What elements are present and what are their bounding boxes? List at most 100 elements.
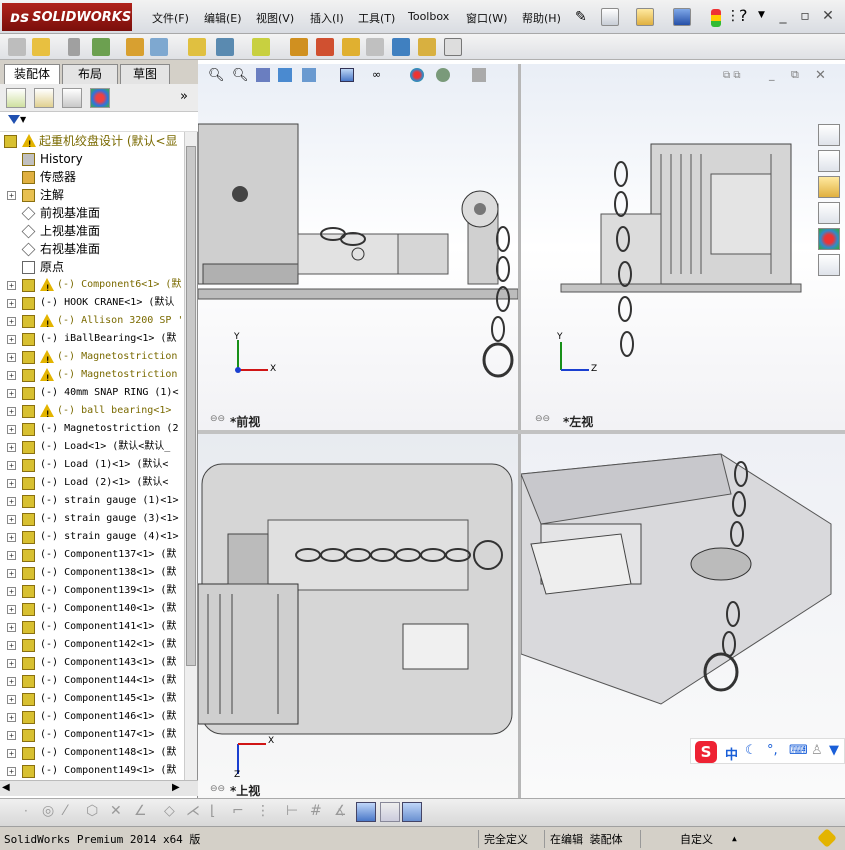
solidworks-resources-icon[interactable] xyxy=(818,124,840,146)
tree-item[interactable]: + (-) Load (1)<1> (默认< xyxy=(0,456,184,474)
tree-item[interactable]: + (-) Component139<1> (默 xyxy=(0,582,184,600)
tree-item[interactable]: + (-) strain gauge (4)<1> xyxy=(0,528,184,546)
trim-icon[interactable]: ✕ xyxy=(110,803,122,819)
relation-icon[interactable]: ∡ xyxy=(334,803,347,819)
skin-icon[interactable]: ▼ xyxy=(829,743,839,758)
tree-item[interactable]: + (-) strain gauge (3)<1> xyxy=(0,510,184,528)
expand-toggle-icon[interactable]: + xyxy=(7,299,16,308)
point-icon[interactable]: · xyxy=(24,804,28,818)
expand-toggle-icon[interactable]: + xyxy=(7,533,16,542)
zoom-to-area-icon[interactable]: 🔍︎ xyxy=(232,68,249,83)
reference-geometry-icon[interactable] xyxy=(290,38,308,56)
tree-item[interactable]: + (-) ball bearing<1> xyxy=(0,402,184,424)
offset-icon[interactable]: ⋌ xyxy=(186,803,200,819)
expand-toggle-icon[interactable]: + xyxy=(7,497,16,506)
sogou-logo-icon[interactable]: S xyxy=(695,741,717,763)
expand-toggle-icon[interactable]: + xyxy=(7,767,16,776)
display-manager-icon[interactable] xyxy=(90,88,110,108)
paperclip-icon[interactable] xyxy=(68,38,80,56)
chamfer-icon[interactable]: ⌐ xyxy=(232,803,244,819)
filter-icon[interactable] xyxy=(8,115,20,124)
help-dropdown-icon[interactable]: ▼ xyxy=(758,10,765,20)
interference-detection-icon[interactable] xyxy=(418,38,436,56)
expand-toggle-icon[interactable]: + xyxy=(7,641,16,650)
show-hidden-icon[interactable] xyxy=(216,38,234,56)
expand-toggle-icon[interactable]: + xyxy=(7,659,16,668)
property-manager-icon[interactable] xyxy=(34,88,54,108)
open-folder-icon[interactable] xyxy=(636,8,654,26)
pin-icon[interactable]: ✎ xyxy=(575,9,587,25)
expand-toggle-icon[interactable]: + xyxy=(7,695,16,704)
menu-item[interactable]: 插入(I) xyxy=(310,10,344,26)
expand-toggle-icon[interactable]: + xyxy=(7,731,16,740)
expand-toggle-icon[interactable]: + xyxy=(7,713,16,722)
filter-dropdown-icon[interactable]: ▼ xyxy=(20,115,26,124)
feature-manager-icon[interactable] xyxy=(6,88,26,108)
close-icon[interactable]: ✕ xyxy=(820,8,836,24)
tree-item[interactable]: + (-) Component147<1> (默 xyxy=(0,726,184,744)
smart-fasteners-icon[interactable] xyxy=(150,38,168,56)
units-menu-icon[interactable]: ▲ xyxy=(732,834,737,843)
moon-icon[interactable]: ☾ xyxy=(745,743,757,758)
tree-item[interactable]: + (-) Load<1> (默认<默认_ xyxy=(0,438,184,456)
angle-icon[interactable]: ∠ xyxy=(134,803,147,819)
expand-toggle-icon[interactable]: + xyxy=(7,281,16,290)
component-pattern-icon[interactable] xyxy=(126,38,144,56)
viewport-restore-icon[interactable]: ⧉ xyxy=(791,68,799,82)
view-link-icon[interactable]: ⊖⊖ xyxy=(535,414,550,424)
restore-icon[interactable]: ▫ xyxy=(797,8,813,24)
minimize-icon[interactable]: _ xyxy=(775,8,791,24)
menu-item[interactable]: 窗口(W) xyxy=(466,10,507,26)
bill-of-materials-icon[interactable] xyxy=(342,38,360,56)
menu-item[interactable]: 文件(F) xyxy=(152,10,189,26)
viewport-front[interactable]: Y X ⊖⊖ *前视 xyxy=(198,64,518,430)
expand-toggle-icon[interactable]: + xyxy=(7,587,16,596)
tree-item[interactable]: + (-) Magnetostriction xyxy=(0,348,184,370)
tree-item[interactable]: + (-) strain gauge (1)<1> xyxy=(0,492,184,510)
menu-item[interactable]: Toolbox xyxy=(408,10,449,23)
view-palette-icon[interactable] xyxy=(818,202,840,224)
expand-toggle-icon[interactable]: + xyxy=(7,335,16,344)
tree-item[interactable]: + (-) Component141<1> (默 xyxy=(0,618,184,636)
zoom-to-fit-icon[interactable]: 🔍︎ xyxy=(208,68,225,83)
view-link-icon[interactable]: ⊖⊖ xyxy=(210,784,225,794)
graphics-area[interactable]: Y X ⊖⊖ *前视 Y Z ⧉ ⧉ _ ⧉ ✕ ⊖⊖ *左视 X Z ⊖⊖ *… xyxy=(198,60,845,798)
line-icon[interactable]: ⁄ xyxy=(64,803,66,819)
expand-toggle-icon[interactable]: + xyxy=(7,353,16,362)
tree-item[interactable]: 传感器 xyxy=(0,168,184,186)
tree-item[interactable]: + 注解 xyxy=(0,186,184,204)
exploded-view-icon[interactable] xyxy=(366,38,384,56)
file-explorer-icon[interactable] xyxy=(818,176,840,198)
expand-toggle-icon[interactable]: + xyxy=(7,461,16,470)
view-cube-icon[interactable] xyxy=(356,802,376,822)
design-library-icon[interactable] xyxy=(818,150,840,172)
expand-toggle-icon[interactable]: + xyxy=(7,407,16,416)
tree-item[interactable]: History xyxy=(0,150,184,168)
expand-toggle-icon[interactable]: + xyxy=(7,191,16,200)
view-settings-icon[interactable] xyxy=(472,68,486,82)
tree-item[interactable]: + (-) Magnetostriction (2 xyxy=(0,420,184,438)
mirror-icon[interactable]: ◇ xyxy=(164,803,175,819)
tree-item[interactable]: 起重机绞盘设计 (默认<显 xyxy=(0,132,184,154)
tab-layout[interactable]: 布局 xyxy=(62,64,118,84)
expand-toggle-icon[interactable]: + xyxy=(7,749,16,758)
new-motion-study-icon[interactable] xyxy=(316,38,334,56)
new-document-icon[interactable] xyxy=(601,8,619,26)
expand-panel-icon[interactable]: » xyxy=(180,89,188,104)
single-view-icon[interactable] xyxy=(380,802,400,822)
custom-properties-icon[interactable] xyxy=(818,254,840,276)
hide-show-items-icon[interactable]: ∞ xyxy=(372,68,381,81)
configuration-manager-icon[interactable] xyxy=(62,88,82,108)
menu-item[interactable]: 编辑(E) xyxy=(204,10,242,26)
expand-toggle-icon[interactable]: + xyxy=(7,515,16,524)
apply-scene-icon[interactable] xyxy=(436,68,450,82)
move-component-icon[interactable] xyxy=(188,38,206,56)
tree-item[interactable]: + (-) Component142<1> (默 xyxy=(0,636,184,654)
scrollbar-thumb[interactable] xyxy=(186,146,196,666)
dimension-icon[interactable]: ⊢ xyxy=(286,803,298,819)
tree-item[interactable]: + (-) Component143<1> (默 xyxy=(0,654,184,672)
appearances-icon[interactable] xyxy=(818,228,840,250)
expand-toggle-icon[interactable]: + xyxy=(7,605,16,614)
tree-item[interactable]: 前视基准面 xyxy=(0,204,184,222)
tree-item[interactable]: + (-) Allison 3200 SP ' xyxy=(0,312,184,334)
